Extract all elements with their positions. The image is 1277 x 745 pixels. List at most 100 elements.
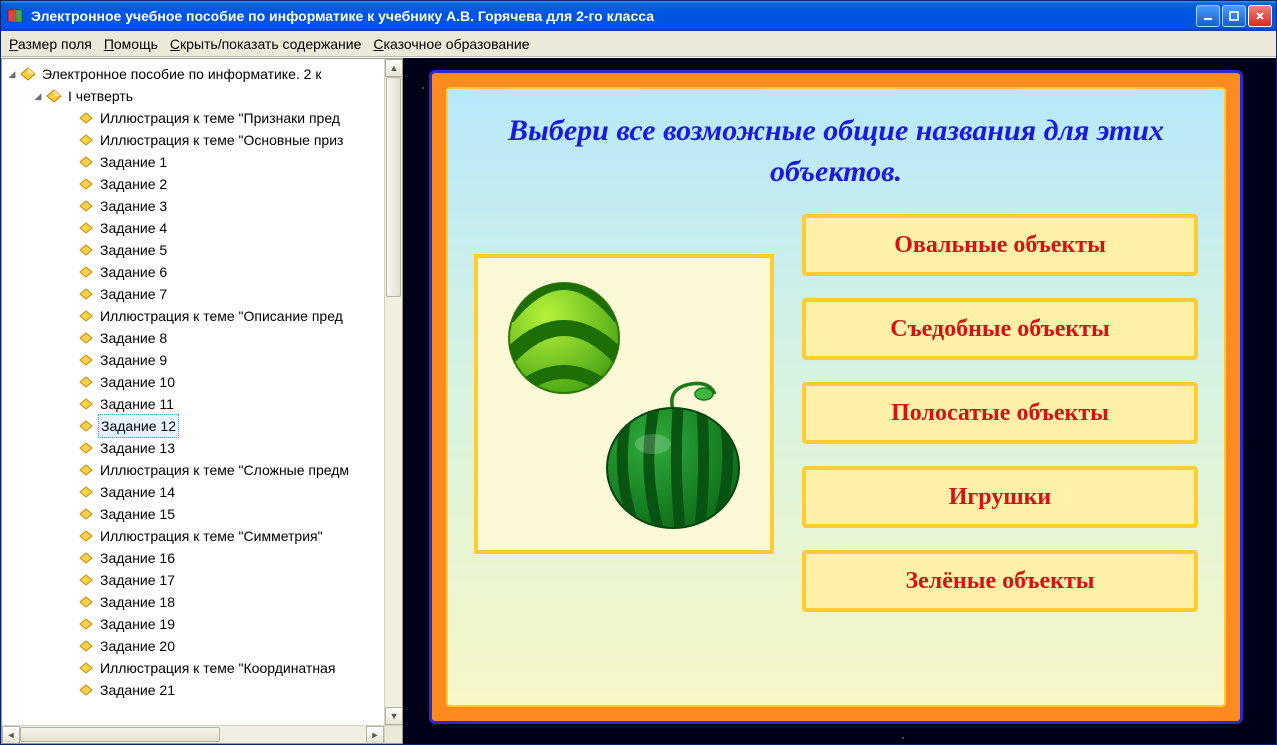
tree-label: Задание 21 [98,679,177,701]
menu-toggle-toc[interactable]: Скрыть/показать содержание [170,36,361,52]
tree-root[interactable]: ◢Электронное пособие по информатике. 2 к [6,63,402,85]
tree-item[interactable]: Задание 2 [6,173,402,195]
tree-label: Задание 2 [98,173,169,195]
page-icon [78,507,94,521]
tree-item[interactable]: Задание 20 [6,635,402,657]
minimize-button[interactable] [1196,5,1220,27]
vscroll-track[interactable] [385,77,402,707]
tree-item[interactable]: Иллюстрация к теме "Симметрия" [6,525,402,547]
tree-item[interactable]: Иллюстрация к теме "Признаки пред [6,107,402,129]
page-icon [78,221,94,235]
tree-item[interactable]: Задание 6 [6,261,402,283]
page-icon [78,111,94,125]
tree-label: Задание 4 [98,217,169,239]
hscroll-track[interactable] [20,726,366,743]
menu-field-size[interactable]: Размер поля [9,36,92,52]
page-icon [78,529,94,543]
tree-label: Задание 1 [98,151,169,173]
tree-label: Задание 9 [98,349,169,371]
scroll-left-arrow[interactable]: ◄ [2,726,20,743]
vertical-scrollbar[interactable]: ▲ ▼ [384,59,402,725]
menubar: Размер поля Помощь Скрыть/показать содер… [1,31,1276,57]
expander-icon[interactable]: ◢ [32,85,44,107]
tree-item[interactable]: Задание 17 [6,569,402,591]
page-icon [78,177,94,191]
tree-label: Задание 3 [98,195,169,217]
tree-label: Задание 7 [98,283,169,305]
tree-item[interactable]: Задание 9 [6,349,402,371]
titlebar: Электронное учебное пособие по информати… [1,1,1276,31]
tree-quarter[interactable]: ◢I четверть [6,85,402,107]
tree-item[interactable]: Иллюстрация к теме "Основные приз [6,129,402,151]
vscroll-thumb[interactable] [386,77,401,297]
answer-option[interactable]: Игрушки [802,466,1198,528]
tree-item[interactable]: Задание 8 [6,327,402,349]
answer-option[interactable]: Зелёные объекты [802,550,1198,612]
page-icon [78,463,94,477]
tree-label: Задание 10 [98,371,177,393]
tree-label: Задание 15 [98,503,177,525]
page-icon [78,485,94,499]
page-icon [78,595,94,609]
tree-label: Иллюстрация к теме "Координатная [98,657,337,679]
page-icon [78,441,94,455]
scroll-up-arrow[interactable]: ▲ [385,59,402,77]
menu-help[interactable]: Помощь [104,36,158,52]
tree-label: Иллюстрация к теме "Основные приз [98,129,345,151]
tree-item[interactable]: Иллюстрация к теме "Описание пред [6,305,402,327]
page-icon [78,551,94,565]
horizontal-scrollbar[interactable]: ◄ ► [2,725,384,743]
tree-item[interactable]: Задание 7 [6,283,402,305]
expander-icon[interactable]: ◢ [6,63,18,85]
tree-item[interactable]: Задание 18 [6,591,402,613]
menu-fairy-edu[interactable]: Сказочное образование [373,36,529,52]
toc-panel: ◢Электронное пособие по информатике. 2 к… [1,58,403,744]
tree-item[interactable]: Задание 13 [6,437,402,459]
page-icon [78,617,94,631]
page-icon [78,265,94,279]
tree-item[interactable]: Задание 4 [6,217,402,239]
tree-item[interactable]: Задание 5 [6,239,402,261]
close-button[interactable] [1248,5,1272,27]
objects-illustration [474,254,774,554]
tree-item[interactable]: Задание 19 [6,613,402,635]
maximize-button[interactable] [1222,5,1246,27]
answer-list: Овальные объекты Съедобные объекты Полосат… [802,210,1198,612]
tree-item[interactable]: Задание 10 [6,371,402,393]
tree-label: Иллюстрация к теме "Признаки пред [98,107,342,129]
tree-item[interactable]: Задание 21 [6,679,402,701]
hscroll-thumb[interactable] [20,727,220,742]
page-icon [78,309,94,323]
tree-label: Задание 17 [98,569,177,591]
page-icon [78,133,94,147]
tree-item[interactable]: Задание 14 [6,481,402,503]
app-icon [7,7,25,25]
tree-label: Задание 8 [98,327,169,349]
scroll-down-arrow[interactable]: ▼ [385,707,402,725]
content-panel: Выбери все возможные общие названия для … [403,58,1276,744]
scroll-corner [384,725,402,743]
task-body: Овальные объекты Съедобные объекты Полосат… [464,210,1208,612]
answer-option[interactable]: Овальные объекты [802,214,1198,276]
answer-option[interactable]: Полосатые объекты [802,382,1198,444]
page-icon [78,199,94,213]
page-icon [78,353,94,367]
tree-item[interactable]: Задание 15 [6,503,402,525]
tree-label: Задание 5 [98,239,169,261]
scroll-right-arrow[interactable]: ► [366,726,384,743]
tree-item[interactable]: Иллюстрация к теме "Координатная [6,657,402,679]
task-card: Выбери все возможные общие названия для … [446,87,1226,707]
tree-item[interactable]: Задание 11 [6,393,402,415]
tree-item[interactable]: Иллюстрация к теме "Сложные предм [6,459,402,481]
tree-item[interactable]: Задание 12 [6,415,402,437]
task-prompt: Выбери все возможные общие названия для … [484,111,1188,192]
page-icon [78,375,94,389]
page-icon [78,419,94,433]
tree-item[interactable]: Задание 3 [6,195,402,217]
tree-label: Задание 12 [98,414,179,438]
tree-item[interactable]: Задание 16 [6,547,402,569]
tree-item[interactable]: Задание 1 [6,151,402,173]
answer-option[interactable]: Съедобные объекты [802,298,1198,360]
page-icon [78,639,94,653]
page-icon [78,573,94,587]
